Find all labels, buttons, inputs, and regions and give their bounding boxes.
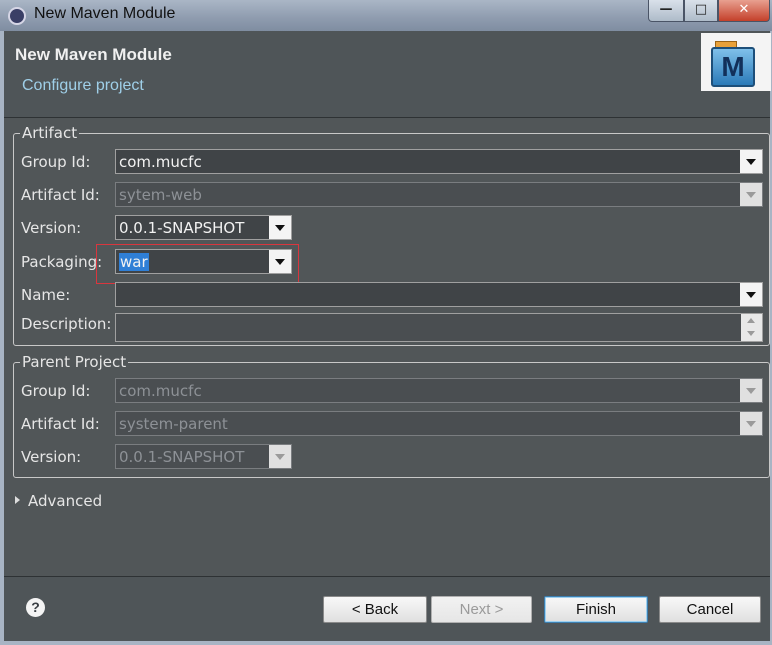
parent-artifact-id-label: Artifact Id: xyxy=(21,415,100,433)
next-button[interactable]: Next > xyxy=(431,596,532,623)
artifact-id-label: Artifact Id: xyxy=(21,186,100,204)
eclipse-icon xyxy=(8,7,26,25)
group-id-combo[interactable]: com.mucfc xyxy=(115,149,763,174)
window-border xyxy=(0,641,772,645)
packaging-label: Packaging: xyxy=(21,253,103,271)
chevron-down-icon[interactable] xyxy=(740,283,762,306)
version-label: Version: xyxy=(21,219,82,237)
minimize-button[interactable]: — xyxy=(648,0,684,22)
expand-triangle-icon[interactable] xyxy=(15,496,20,504)
annotation-highlight-box xyxy=(96,244,299,284)
chevron-down-icon[interactable] xyxy=(740,412,762,435)
artifact-id-value: sytem-web xyxy=(119,186,202,204)
chevron-down-icon[interactable] xyxy=(269,445,291,468)
window-border xyxy=(0,31,4,645)
description-field[interactable] xyxy=(115,313,763,342)
back-button[interactable]: < Back xyxy=(323,596,427,623)
page-description: Configure project xyxy=(22,77,144,94)
cancel-button[interactable]: Cancel xyxy=(659,596,761,623)
parent-version-label: Version: xyxy=(21,448,82,466)
parent-artifact-id-value: system-parent xyxy=(119,415,228,433)
header-divider xyxy=(4,117,770,118)
group-id-label: Group Id: xyxy=(21,153,91,171)
scrollbar[interactable] xyxy=(741,314,762,341)
window-title: New Maven Module xyxy=(34,5,176,22)
finish-button[interactable]: Finish xyxy=(544,596,648,623)
chevron-down-icon[interactable] xyxy=(740,183,762,206)
name-label: Name: xyxy=(21,286,71,304)
artifact-id-combo[interactable]: sytem-web xyxy=(115,182,763,207)
parent-artifact-id-combo[interactable]: system-parent xyxy=(115,411,763,436)
title-bar: New Maven Module — □ ✕ xyxy=(0,0,772,31)
chevron-down-icon[interactable] xyxy=(269,216,291,239)
page-title: New Maven Module xyxy=(15,45,172,64)
version-combo[interactable]: 0.0.1-SNAPSHOT xyxy=(115,215,292,240)
advanced-section-toggle[interactable]: Advanced xyxy=(28,492,102,510)
parent-project-legend: Parent Project xyxy=(20,353,129,371)
maven-logo: M xyxy=(701,33,771,91)
help-icon[interactable]: ? xyxy=(26,598,45,617)
parent-group-id-label: Group Id: xyxy=(21,382,91,400)
name-combo[interactable] xyxy=(115,282,763,307)
artifact-legend: Artifact xyxy=(20,124,80,142)
parent-group-id-combo[interactable]: com.mucfc xyxy=(115,378,763,403)
parent-group-id-value: com.mucfc xyxy=(119,382,202,400)
parent-version-combo[interactable]: 0.0.1-SNAPSHOT xyxy=(115,444,292,469)
maximize-button[interactable]: □ xyxy=(684,0,718,22)
group-id-value: com.mucfc xyxy=(119,153,202,171)
chevron-down-icon[interactable] xyxy=(740,150,762,173)
maven-m-icon: M xyxy=(711,47,755,87)
wizard-header xyxy=(4,31,770,117)
chevron-down-icon[interactable] xyxy=(740,379,762,402)
version-value: 0.0.1-SNAPSHOT xyxy=(119,219,245,237)
close-button[interactable]: ✕ xyxy=(718,0,770,22)
description-label: Description: xyxy=(21,315,112,333)
parent-version-value: 0.0.1-SNAPSHOT xyxy=(119,448,245,466)
